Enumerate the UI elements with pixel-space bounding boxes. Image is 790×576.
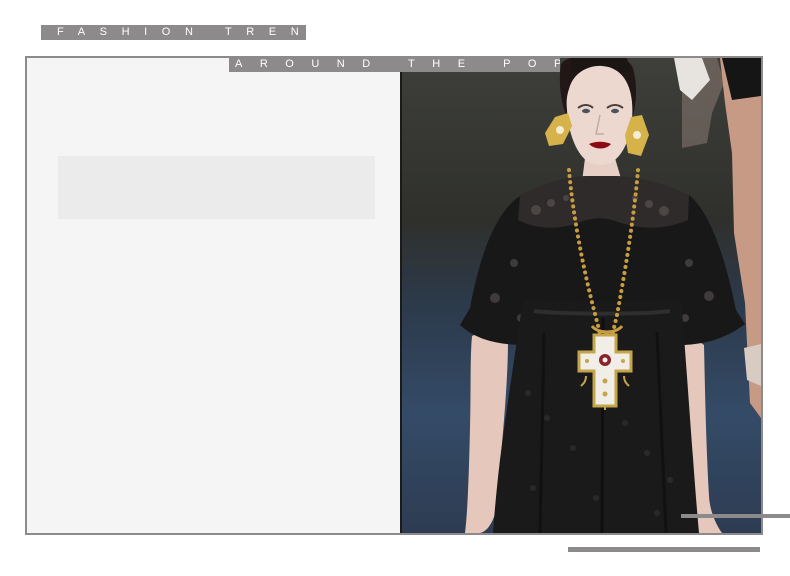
text-placeholder-block: [58, 156, 375, 219]
decorative-rule-lower: [568, 547, 760, 552]
decorative-rule-upper: [681, 514, 790, 518]
content-frame: [25, 56, 763, 535]
around-the-popular-label: AROUND THE POPULAR: [229, 56, 560, 72]
runway-model-photo: [400, 58, 761, 533]
model-illustration: [460, 58, 761, 533]
left-text-panel: [27, 58, 400, 533]
fashion-trends-label: FASHION TRENDS: [41, 25, 306, 40]
